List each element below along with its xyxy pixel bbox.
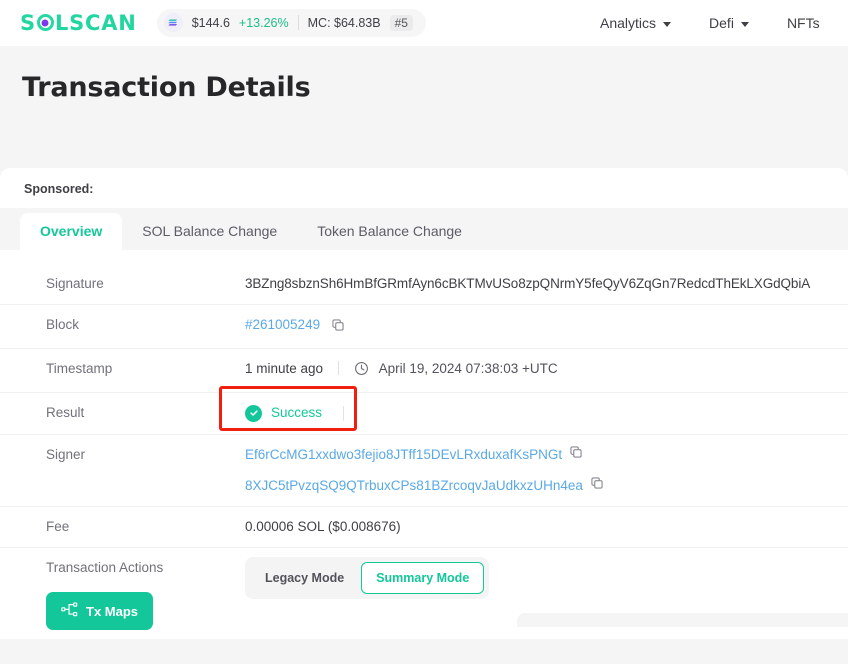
main-navigation: Analytics Defi NFTs (600, 0, 820, 46)
status-text: Success (271, 405, 323, 420)
nav-item-defi[interactable]: Defi (709, 15, 749, 31)
nav-label-defi: Defi (709, 15, 734, 31)
price-ticker[interactable]: $144.6 +13.26% MC: $64.83B #5 (156, 8, 426, 37)
row-signer: Signer Ef6rCcMG1xxdwo3fejio8JTff15DEvLRx… (0, 434, 848, 506)
site-header: S LSCAN $144.6 +13.26% MC: $64.83B #5 Ana… (0, 0, 848, 46)
legacy-mode-button[interactable]: Legacy Mode (250, 562, 359, 594)
row-fee: Fee 0.00006 SOL ($0.008676) (0, 506, 848, 547)
value-result: Success (219, 386, 848, 431)
tab-bar: Overview SOL Balance Change Token Balanc… (0, 208, 848, 250)
nav-label-nfts: NFTs (786, 15, 820, 31)
result-divider (343, 405, 345, 421)
sponsored-label: Sponsored: (24, 182, 94, 196)
logo-o-icon (36, 14, 54, 31)
signer-address-link[interactable]: Ef6rCcMG1xxdwo3fejio8JTff15DEvLRxduxafKs… (245, 444, 562, 466)
logo-text-suffix: LSCAN (54, 10, 137, 35)
sol-price: $144.6 (191, 15, 230, 30)
nav-item-analytics[interactable]: Analytics (600, 15, 672, 31)
nav-item-nfts[interactable]: NFTs (787, 15, 820, 31)
value-fee: 0.00006 SOL ($0.008676) (245, 519, 401, 534)
content-panel-stub (517, 613, 848, 627)
solscan-logo[interactable]: S LSCAN (20, 11, 137, 35)
copy-icon[interactable] (569, 444, 583, 466)
nav-label-analytics: Analytics (600, 15, 657, 31)
tab-overview[interactable]: Overview (20, 213, 123, 250)
value-signer: Ef6rCcMG1xxdwo3fejio8JTff15DEvLRxduxafKs… (245, 444, 848, 497)
timestamp-divider (337, 361, 339, 375)
transaction-actions-modes: Legacy Mode Summary Mode (245, 557, 848, 627)
value-block: #261005249 (245, 314, 848, 339)
page-header: Transaction Details (0, 46, 848, 168)
label-fee: Fee (46, 519, 70, 534)
label-timestamp: Timestamp (46, 361, 113, 376)
market-cap: MC: $64.83B (307, 15, 381, 30)
tab-sol-balance-change[interactable]: SOL Balance Change (122, 213, 297, 250)
row-block: Block #261005249 (0, 304, 848, 348)
check-circle-icon (245, 404, 262, 422)
transaction-actions-label-col: Transaction Actions Tx Maps (0, 557, 245, 630)
list-item: 8XJC5tPvzqSQ9QTrbuxCPs81BZrcoqvJaUdkxzUH… (245, 475, 848, 497)
sponsored-section: Sponsored: (0, 168, 848, 208)
label-block: Block (46, 317, 80, 332)
list-item: Ef6rCcMG1xxdwo3fejio8JTff15DEvLRxduxafKs… (245, 444, 848, 466)
signature-hash[interactable]: 3BZng8sbznSh6HmBfGRmfAyn6cBKTMvUSo8zpQNr… (245, 273, 848, 295)
sol-price-change: +13.26% (238, 15, 289, 30)
timestamp-relative: 1 minute ago (245, 361, 324, 376)
tx-maps-button-label: Tx Maps (86, 603, 139, 619)
row-signature: Signature 3BZng8sbznSh6HmBfGRmfAyn6cBKTM… (0, 264, 848, 304)
solana-icon (163, 13, 183, 32)
tab-token-balance-change[interactable]: Token Balance Change (297, 213, 482, 250)
row-transaction-actions: Transaction Actions Tx Maps Legacy Mode … (0, 547, 848, 639)
ticker-divider (297, 15, 299, 30)
label-signer: Signer (46, 447, 86, 462)
label-signature: Signature (46, 276, 104, 291)
block-number-link[interactable]: #261005249 (245, 317, 320, 332)
mode-toggle-group: Legacy Mode Summary Mode (245, 557, 490, 599)
row-timestamp: Timestamp 1 minute ago April 19, 2024 07… (0, 348, 848, 392)
chevron-down-icon (663, 21, 672, 27)
copy-icon[interactable] (590, 475, 604, 497)
timestamp-absolute: April 19, 2024 07:38:03 +UTC (378, 361, 558, 376)
tx-maps-button[interactable]: Tx Maps (46, 592, 154, 630)
value-timestamp: 1 minute ago April 19, 2024 07:38:03 +UT… (245, 358, 848, 383)
clock-icon (354, 361, 369, 383)
transaction-detail-panel: Signature 3BZng8sbznSh6HmBfGRmfAyn6cBKTM… (0, 250, 848, 639)
label-result: Result (46, 405, 85, 420)
market-rank-badge: #5 (389, 14, 413, 31)
label-transaction-actions: Transaction Actions (46, 560, 164, 575)
row-result: Result Success (0, 386, 848, 434)
summary-mode-button[interactable]: Summary Mode (361, 562, 485, 594)
logo-text-prefix: S (20, 10, 36, 35)
tx-map-graph-icon (61, 602, 78, 620)
page-title: Transaction Details (22, 72, 311, 103)
signer-address-link[interactable]: 8XJC5tPvzqSQ9QTrbuxCPs81BZrcoqvJaUdkxzUH… (245, 475, 583, 497)
value-signature: 3BZng8sbznSh6HmBfGRmfAyn6cBKTMvUSo8zpQNr… (245, 273, 848, 295)
copy-icon[interactable] (331, 317, 345, 339)
chevron-down-icon (740, 21, 749, 27)
status-badge: Success (245, 402, 345, 424)
